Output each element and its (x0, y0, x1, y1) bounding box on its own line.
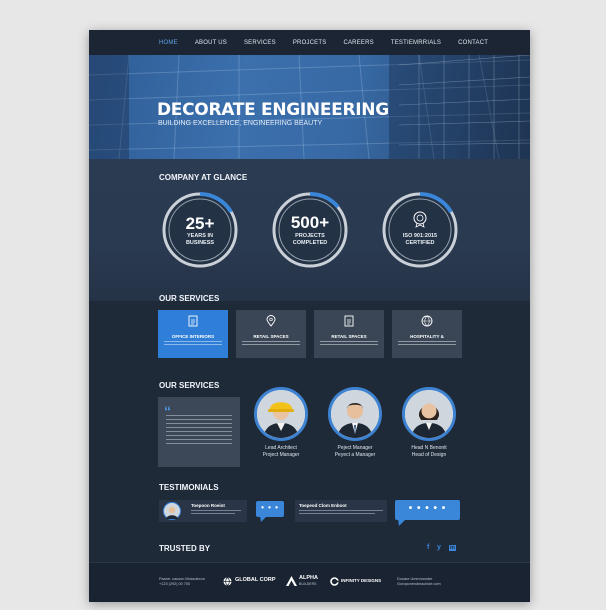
person-photo (405, 390, 453, 438)
top-navigation: HOME ABOUT US SERVICES PROJCETS CAREERS … (89, 30, 530, 55)
nav-about-us[interactable]: ABOUT US (195, 40, 227, 46)
services-title: OUR SERVICES (159, 294, 220, 303)
testimonial-card: Toepeod Clom Enboot (295, 500, 387, 522)
member-role: Head of Design (411, 452, 447, 458)
person-photo (257, 390, 305, 438)
trusted-title: TRUSTED BY (159, 544, 211, 553)
document-icon (188, 315, 198, 327)
website-mockup: HOME ABOUT US SERVICES PROJCETS CAREERS … (89, 30, 530, 602)
service-description (398, 341, 456, 347)
nav-testimonials[interactable]: TESTIEMRRIALS (391, 40, 441, 46)
nav-home[interactable]: HOME (159, 40, 178, 46)
bubble-tail (398, 519, 406, 526)
stat-caption: YEARS IN (187, 233, 213, 239)
stat-certified: ISO 901:2015 CERTIFIED (380, 190, 460, 270)
globe-icon (421, 315, 433, 327)
member-role: Project Manager (262, 452, 300, 458)
brand-alpha-sub: BUILDERS (299, 582, 317, 586)
chat-bubble[interactable]: • • • (256, 501, 284, 517)
member-role: Peyect a Manager (334, 452, 376, 458)
nav-contact[interactable]: CONTACT (458, 40, 488, 46)
stat-value: 500+ (290, 213, 330, 232)
service-description (164, 341, 222, 347)
service-label: RETAIL SPACES (253, 334, 289, 339)
service-label: RETAIL SPACES (331, 334, 367, 339)
stat-caption: CERTIFIED (405, 240, 435, 246)
testimonials-title: TESTIMONIALS (159, 483, 219, 492)
quote-text (166, 415, 232, 447)
globe-logo-icon (223, 577, 232, 586)
team-title: OUR SERVICES (159, 381, 220, 390)
footer-phone: +123 (292) 00 700 (159, 582, 191, 586)
service-description (242, 341, 300, 347)
service-card-retail-spaces[interactable]: RETAIL SPACES (236, 310, 306, 358)
linkedin-icon[interactable]: in (449, 545, 456, 551)
brand-alpha: ALPHA (299, 575, 318, 581)
team-member-1: Lead Architect Project Manager (241, 445, 321, 459)
location-pin-icon (266, 315, 276, 327)
glance-title: COMPANY AT GLANCE (159, 173, 248, 182)
service-label: HOSPITALITY & (410, 334, 444, 339)
member-name: Peject Manager (337, 445, 373, 451)
stat-caption: ISO 901:2015 (402, 233, 438, 239)
quote-card: “ (158, 397, 240, 467)
stat-value: 25+ (185, 214, 215, 233)
infinity-logo-icon (330, 577, 339, 586)
stat-ring (382, 192, 458, 268)
service-description (320, 341, 378, 347)
service-card-hospitality[interactable]: HOSPITALITY & (392, 310, 462, 358)
bubble-dots: • • • (261, 503, 279, 512)
chat-bubble[interactable]: • • • • • (395, 500, 460, 520)
testimonial-card: Toepoon Roeint (159, 500, 247, 522)
nav-careers[interactable]: CAREERS (343, 40, 373, 46)
testimonial-text (299, 510, 383, 514)
team-member-3: Head N Benonit Head of Design (389, 445, 469, 459)
member-name: Lead Architect (265, 445, 297, 451)
document-icon (344, 315, 354, 327)
footer-contact: Paane: causon Mossdecon +123 (292) 00 70… (159, 577, 205, 587)
service-label: OFFICE INTERIORS (171, 334, 215, 339)
brand-infinity-designs: INFINITY DESIGNS (341, 578, 382, 583)
service-card-office-interiors[interactable]: OFFICE INTERIORS (158, 310, 228, 358)
avatar-lead-architect[interactable] (254, 387, 308, 441)
stat-caption: PROJECTS (295, 233, 325, 239)
testimonial-text (191, 510, 241, 514)
facebook-icon[interactable]: f (427, 544, 429, 551)
footer-right-info: Dooare Ummmonder Goroponendmachide.com (397, 577, 441, 587)
stat-caption: COMPLETED (292, 240, 328, 246)
testimonial-name: Toepoon Roeint (191, 503, 225, 508)
stat-years: 25+ YEARS IN BUSINESS (160, 190, 240, 270)
stat-caption: BUSINESS (185, 240, 215, 246)
person-photo (331, 390, 379, 438)
bubble-tail (260, 516, 267, 522)
footer-website: Goroponendmachide.com (397, 582, 441, 586)
member-name: Head N Benonit (411, 445, 447, 451)
nav-services[interactable]: SERVICES (244, 40, 276, 46)
service-card-retail-spaces-2[interactable]: RETAIL SPACES (314, 310, 384, 358)
hero-title: DECORATE ENGINEERING (157, 100, 389, 120)
avatar-head-of-design[interactable] (402, 387, 456, 441)
bubble-dots: • • • • • (408, 503, 447, 514)
avatar (163, 502, 181, 520)
brand-global-corp: GLOBAL CORP (235, 577, 276, 583)
testimonial-name: Toepeod Clom Enboot (299, 503, 347, 508)
team-member-2: Peject Manager Peyect a Manager (315, 445, 395, 459)
avatar-project-manager[interactable] (328, 387, 382, 441)
alpha-logo-icon (286, 576, 297, 586)
hero-subtitle: BUILDING EXCELLENCE, ENGINEERING BEAUTY (158, 120, 323, 127)
twitter-icon[interactable]: y (437, 544, 441, 551)
nav-projects[interactable]: PROJCETS (293, 40, 327, 46)
stat-projects: 500+ PROJECTS COMPLETED (270, 190, 350, 270)
